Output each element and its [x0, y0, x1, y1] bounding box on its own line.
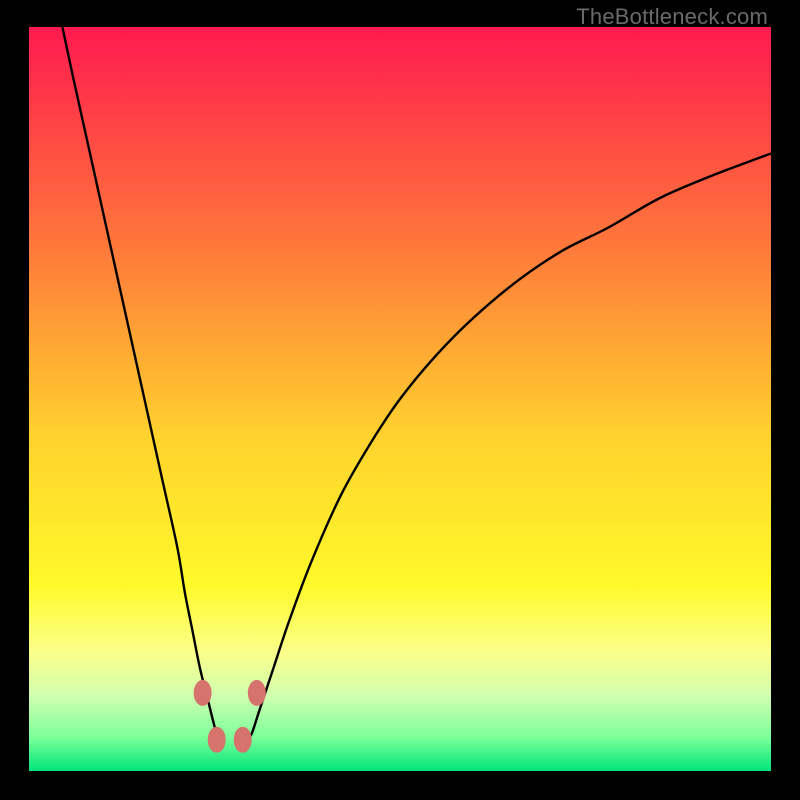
curve-marker — [208, 727, 226, 753]
chart-frame — [29, 27, 771, 771]
bottleneck-chart — [29, 27, 771, 771]
curve-marker — [194, 680, 212, 706]
curve-marker — [234, 727, 252, 753]
curve-marker — [248, 680, 266, 706]
